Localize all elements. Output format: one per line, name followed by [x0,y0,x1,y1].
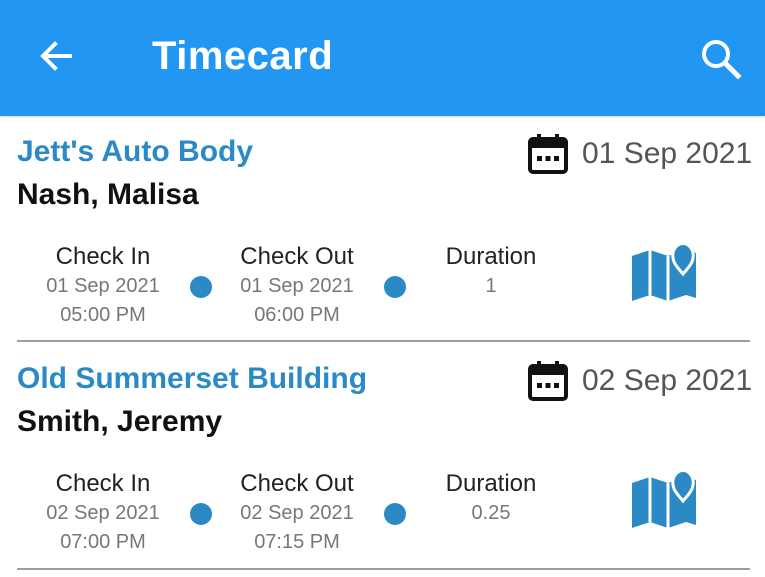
entry-date: 01 Sep 2021 [582,137,753,170]
check-in-date: 02 Sep 2021 [46,502,160,524]
check-out-date: 01 Sep 2021 [240,275,354,297]
company-name: Old Summerset Building [17,362,368,395]
duration-label: Duration [445,243,537,270]
check-in-time: 05:00 PM [60,304,146,326]
check-out-time: 07:15 PM [254,531,340,553]
check-out-date: 02 Sep 2021 [240,502,354,524]
search-button[interactable] [692,30,748,86]
calendar-icon [528,361,568,401]
check-in-block: Check In 02 Sep 2021 07:00 PM [28,469,178,557]
check-out-label: Check Out [240,243,354,270]
company-name: Jett's Auto Body [17,135,254,168]
employee-name: Smith, Jeremy [17,405,223,438]
timeline-dot [384,276,406,298]
divider [17,340,750,342]
app-bar: Timecard [0,0,765,116]
duration-block: Duration 1 [416,242,566,301]
page-title: Timecard [152,34,334,78]
divider [17,568,750,570]
timecard-entry[interactable]: Jett's Auto Body Nash, Malisa 01 Sep 202… [0,116,765,344]
timeline-dot [190,503,212,525]
check-in-time: 07:00 PM [60,531,146,553]
check-in-label: Check In [55,470,151,497]
map-icon[interactable] [628,240,700,304]
timeline-dot [190,276,212,298]
check-in-date: 01 Sep 2021 [46,275,160,297]
calendar-icon [528,134,568,174]
arrow-left-icon [40,41,72,71]
employee-name: Nash, Malisa [17,178,199,211]
timecard-entry[interactable]: Old Summerset Building Smith, Jeremy 02 … [0,343,765,571]
entry-date: 02 Sep 2021 [582,364,753,397]
check-in-label: Check In [55,243,151,270]
check-in-block: Check In 01 Sep 2021 05:00 PM [28,242,178,330]
duration-value: 0.25 [471,502,511,524]
search-icon [702,40,742,80]
duration-block: Duration 0.25 [416,469,566,528]
check-out-block: Check Out 01 Sep 2021 06:00 PM [222,242,372,330]
back-button[interactable] [32,32,80,80]
check-out-time: 06:00 PM [254,304,340,326]
check-out-block: Check Out 02 Sep 2021 07:15 PM [222,469,372,557]
duration-value: 1 [485,275,497,297]
duration-label: Duration [445,470,537,497]
map-icon[interactable] [628,467,700,531]
timeline-dot [384,503,406,525]
check-out-label: Check Out [240,470,354,497]
